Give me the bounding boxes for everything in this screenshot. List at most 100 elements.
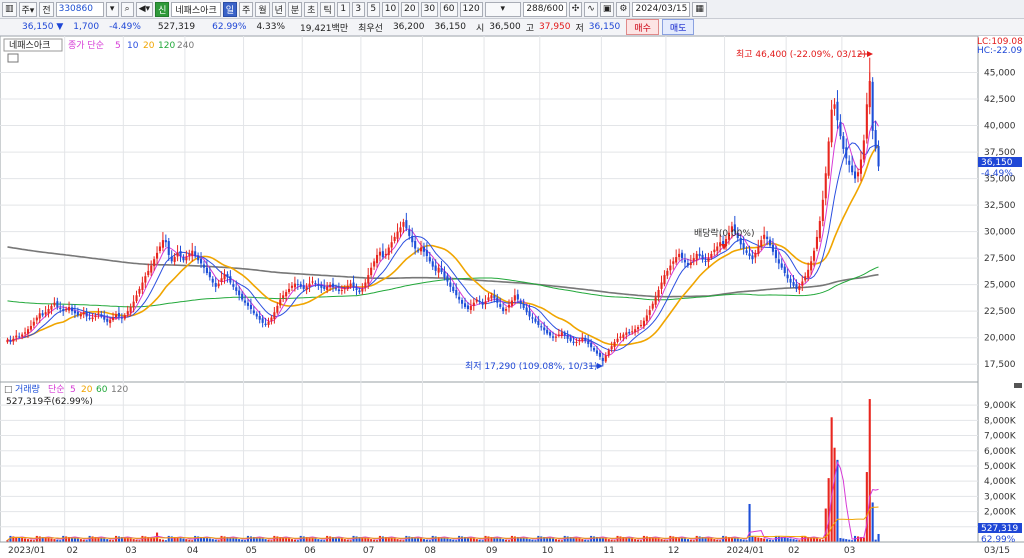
legend-stock-name: 네패스아크 [9,40,50,51]
best-ask: 36,200 [392,22,425,32]
date-axis-label: 08 [424,546,436,556]
volume-bar [249,536,252,542]
candle-body [329,284,332,287]
volume-bar [578,538,581,542]
date-axis-label: 09 [486,546,498,556]
date-axis-label: 07 [363,546,374,556]
save-icon[interactable]: ▣ [599,1,615,17]
candle-body [97,313,100,315]
candle-body [332,283,335,287]
pane-resize-handle[interactable] [1014,383,1022,388]
volume-bar [549,538,552,542]
chart-menu-icon[interactable]: ▥ [2,1,17,17]
all-market-button[interactable]: 전 [39,1,54,17]
calendar-icon[interactable]: ▦ [692,1,707,17]
candle-body [38,313,41,319]
speaker-icon[interactable]: ◀▾ [135,1,154,17]
volume-bar [760,538,763,542]
volume-bar [754,536,757,542]
period-tick-tab[interactable]: 틱 [320,1,335,17]
volume-bar [302,536,305,542]
high-annotation: 최고 46,400 (-22.09%, 03/12) [736,49,866,60]
volume-bar [672,536,675,542]
candle-body [29,326,32,330]
open-price: 36,500 [489,22,521,32]
interval-3-button[interactable]: 3 [351,1,365,17]
volume-bar [367,538,370,542]
period-second-tab[interactable]: 초 [304,1,319,17]
volume-bar [47,538,50,542]
grid-toggle-icon[interactable] [7,53,19,63]
candle-body [760,240,763,247]
candle-body [261,318,264,323]
candle-body [584,338,587,341]
candle-body [349,283,352,286]
candle-body [804,276,807,281]
candle-body [446,275,449,282]
sell-button[interactable]: 매도 [661,19,695,35]
zoom-in-icon[interactable]: ✣ [568,1,583,17]
candle-body [754,252,757,258]
candle-body [238,290,241,296]
code-dropdown-icon[interactable]: ▾ [105,1,119,17]
candle-body [47,309,50,314]
candle-body [370,267,373,276]
candle-body [197,255,200,261]
stock-code-input[interactable]: 330860 [55,1,104,17]
buy-button[interactable]: 매수 [626,19,659,35]
candle-body [508,304,511,308]
chart-type-dropdown[interactable]: 주▾ [18,1,38,17]
period-week-tab[interactable]: 주 [239,1,254,17]
candle-body [795,284,798,289]
candle-body [587,340,590,345]
gear-icon[interactable]: ⚙ [616,1,631,17]
candle-body [742,243,745,249]
interval-custom-input[interactable]: ▾ [484,1,521,17]
candle-body [531,317,534,319]
candle-body [346,285,349,289]
volume-bar [390,538,393,542]
volume-axis-label: 6,000K [984,447,1017,457]
price-axis-label: 27,500 [984,254,1016,264]
candle-body [830,109,833,143]
candle-body [859,159,862,174]
date-axis-label: 04 [187,546,199,556]
wave-icon[interactable]: ∿ [584,1,598,17]
period-minute-tab[interactable]: 분 [287,1,303,17]
candle-body [191,250,194,256]
candle-body [748,253,751,257]
period-day-tab[interactable]: 일 [222,1,238,17]
candle-body [428,257,431,262]
candle-body [120,317,123,319]
interval-120-button[interactable]: 120 [459,1,483,17]
candle-body [15,335,18,338]
interval-5-button[interactable]: 5 [366,1,380,17]
candle-body [24,332,27,334]
stock-chart[interactable]: 45,00042,50040,00037,50035,00032,50030,0… [0,36,1024,558]
date-input[interactable]: 2024/03/15 [632,1,691,17]
candle-body [493,295,496,299]
period-month-tab[interactable]: 월 [255,1,270,17]
candle-body [449,282,452,287]
interval-10-button[interactable]: 10 [381,1,400,17]
candle-body [554,336,557,338]
candle-body [378,251,381,256]
candle-body [496,297,499,303]
candle-body [21,334,24,337]
interval-1-button[interactable]: 1 [336,1,350,17]
dividend-annotation: 배당락(0.00%) [694,227,754,239]
interval-60-button[interactable]: 60 [440,1,458,17]
candle-body [422,246,425,252]
candle-body [156,252,159,259]
period-year-tab[interactable]: 년 [271,1,286,17]
data-count-input[interactable]: 288/600 [522,1,567,17]
candle-body [549,332,552,336]
candle-body [408,229,411,236]
candle-body [138,288,141,294]
candle-body [50,305,53,310]
interval-20-button[interactable]: 20 [401,1,419,17]
candle-body [264,323,267,325]
search-icon[interactable]: ⌕ [120,1,134,17]
price-axis-label: 30,000 [984,228,1016,238]
interval-30-button[interactable]: 30 [420,1,439,17]
